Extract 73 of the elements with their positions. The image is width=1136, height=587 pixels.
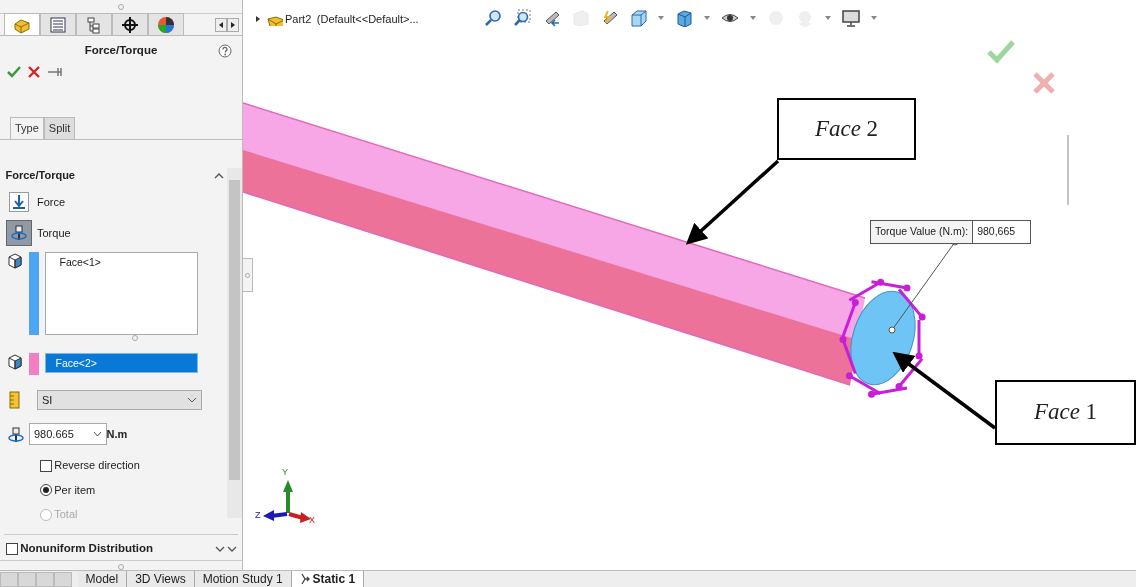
- selection-list[interactable]: Face<1>: [44, 252, 198, 336]
- option-label: Force: [37, 194, 66, 210]
- caret-icon[interactable]: [658, 16, 664, 20]
- sphere-icon: [156, 14, 176, 35]
- panel-tab[interactable]: [112, 13, 148, 35]
- checkbox-label: Reverse direction: [54, 458, 140, 474]
- check-icon[interactable]: [5, 65, 22, 79]
- callout-label: Face 1: [1033, 398, 1098, 427]
- right-arrow-icon: [230, 21, 237, 30]
- divider-line: [1067, 134, 1069, 206]
- torque-field[interactable]: 980.665: [29, 423, 107, 446]
- option-label: Torque: [37, 225, 71, 241]
- tooltip-label: Torque Value (N.m):: [874, 224, 970, 239]
- caret-icon[interactable]: [871, 16, 877, 20]
- checkbox-label: Nonuniform Distribution: [20, 541, 154, 557]
- type-option-button[interactable]: [5, 219, 32, 246]
- subtab[interactable]: Type: [10, 117, 44, 139]
- radio-label: Per item: [54, 482, 96, 498]
- bolt-icon: [5, 425, 24, 444]
- subtab[interactable]: Split: [43, 117, 76, 139]
- crosshair-icon: [120, 14, 140, 35]
- left-arrow-icon: [218, 21, 225, 30]
- monitor-icon[interactable]: [842, 9, 860, 27]
- unit-dropdown[interactable]: SI: [37, 390, 202, 411]
- bolt-icon: [8, 222, 29, 243]
- close-icon[interactable]: [27, 65, 41, 79]
- panel-collapse-handle[interactable]: [243, 258, 253, 292]
- caret-icon[interactable]: [750, 16, 756, 20]
- cube-icon[interactable]: [629, 9, 647, 27]
- selection-list[interactable]: Face<2>: [44, 353, 198, 374]
- y-axis-arrow: [283, 480, 293, 513]
- cube-icon[interactable]: [675, 9, 693, 27]
- collapse-icon[interactable]: [214, 171, 225, 179]
- z-axis-arrow: [263, 510, 288, 521]
- configuration-label: (Default<<Default>...: [316, 12, 419, 27]
- help-icon[interactable]: [218, 43, 232, 58]
- scrollbar-thumb[interactable]: [229, 179, 240, 480]
- caret-icon[interactable]: [704, 16, 710, 20]
- bottom-tab[interactable]: Static 1: [291, 570, 365, 587]
- bottom-tab[interactable]: Model: [77, 570, 128, 587]
- face-icon: [5, 353, 24, 372]
- part-name[interactable]: Part2: [285, 11, 312, 28]
- scrollbar[interactable]: [227, 167, 242, 518]
- axis-label: X: [309, 514, 315, 527]
- radio-button[interactable]: [39, 484, 52, 496]
- x-axis-arrow: [288, 512, 311, 523]
- list-icon: [48, 14, 68, 35]
- pin-icon[interactable]: [46, 65, 63, 79]
- face-icon: [5, 252, 24, 271]
- chevron-icon: [93, 431, 102, 438]
- panel-tab[interactable]: [148, 13, 184, 35]
- checkbox[interactable]: [39, 459, 52, 472]
- axis-label: Y: [282, 466, 288, 479]
- callout-label: Face 2: [814, 114, 879, 143]
- caret-icon[interactable]: [825, 16, 831, 20]
- scroll-left-button[interactable]: [215, 18, 228, 33]
- force-arrow-icon: [8, 191, 29, 212]
- unit-label: N.m: [106, 427, 128, 442]
- scroll-right-button[interactable]: [227, 18, 240, 33]
- section-title: Force/Torque: [5, 168, 75, 183]
- axis-label: Z: [255, 509, 261, 522]
- panel-title: Force/Torque: [84, 42, 158, 58]
- chevron-icon: [187, 397, 197, 404]
- checkbox[interactable]: [5, 542, 18, 555]
- study-icon: [299, 573, 310, 585]
- tooltip-value-field[interactable]: 980,665: [972, 221, 1031, 243]
- magnifier-icon[interactable]: [484, 9, 502, 27]
- radio-label: Total: [54, 507, 78, 523]
- expand-icon[interactable]: [214, 544, 237, 553]
- bottom-tab[interactable]: Motion Study 1: [194, 570, 292, 587]
- magnifier-icon[interactable]: [513, 9, 531, 27]
- bottom-tab[interactable]: 3D Views: [127, 570, 195, 587]
- expand-arrow-icon[interactable]: [255, 15, 261, 24]
